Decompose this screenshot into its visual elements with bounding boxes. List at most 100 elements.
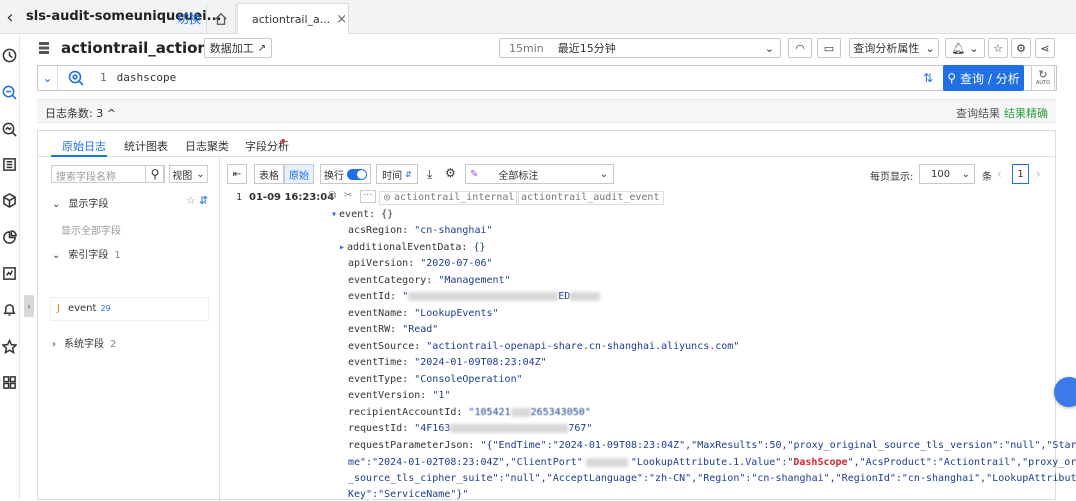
chevron-down-icon: ⌄ bbox=[969, 41, 979, 55]
log-tag-internal: ◎ actiontrail_internal bbox=[379, 191, 520, 205]
toggle-switch bbox=[347, 168, 367, 180]
back-arrow-icon[interactable]: ‹ bbox=[0, 0, 20, 34]
chevron-up-icon: ^ bbox=[106, 107, 116, 120]
table-view-button[interactable]: 表格 bbox=[254, 164, 284, 184]
time-range-select[interactable]: 15min 最近15分钟 ⌄ bbox=[499, 38, 781, 58]
query-input[interactable]: 1 dashscope bbox=[100, 71, 176, 84]
redacted-block bbox=[585, 457, 628, 467]
chevron-down-icon: ⌄ bbox=[52, 250, 61, 261]
logstore-icon bbox=[39, 42, 49, 54]
chevron-down-icon: ⌄ bbox=[925, 41, 935, 55]
view-select[interactable]: 视图 ⌄ bbox=[169, 165, 208, 183]
log-content: 1 01-09 16:23:04 ⧉ ✂ ··· ◎ actiontrail_in… bbox=[224, 189, 1076, 501]
tag-filter-select[interactable]: ✎ 全部标注 ⌄ bbox=[465, 164, 614, 184]
count-bar: 日志条数: 3 ^ 查询结果 结果精确 bbox=[37, 99, 1056, 123]
close-icon[interactable]: × bbox=[336, 12, 347, 27]
field-eventType: eventType: "ConsoleOperation" bbox=[348, 374, 523, 385]
filter-icon[interactable]: ⇅ bbox=[923, 71, 933, 85]
bell-icon[interactable] bbox=[0, 300, 18, 318]
monitor-icon: ▭ bbox=[823, 41, 835, 55]
chevron-down-icon: ▾ bbox=[331, 209, 338, 220]
alert-button[interactable]: 🔔︎ ⌄ bbox=[945, 38, 985, 58]
prev-page-icon[interactable]: ‹ bbox=[997, 167, 1002, 181]
field-requestParameterJson: requestParameterJson: "{"EndTime":"2024-… bbox=[348, 440, 1076, 451]
field-eventSource: eventSource: "actiontrail-openapi-share.… bbox=[348, 341, 740, 352]
more-icon[interactable]: ··· bbox=[360, 190, 376, 203]
displayed-fields-section[interactable]: ⌄ 显示字段 bbox=[52, 195, 108, 210]
query-analyze-button[interactable]: ⚲ 查询 / 分析 bbox=[943, 65, 1024, 91]
system-fields-section[interactable]: › 系统字段 2 bbox=[52, 335, 116, 350]
home-icon bbox=[215, 12, 227, 25]
new-badge-dot bbox=[281, 139, 285, 143]
field-additionalEventData[interactable]: ▸ additionalEventData: {} bbox=[339, 242, 486, 253]
star-icon[interactable] bbox=[0, 337, 18, 355]
time-sort-select[interactable]: 时间 ⇵ bbox=[376, 164, 418, 184]
switch-project-link[interactable]: 切换 bbox=[177, 10, 201, 27]
settings-button[interactable]: ⚙ bbox=[1011, 38, 1031, 58]
tab-raw-logs[interactable]: 原始日志 bbox=[62, 138, 106, 154]
main-panel: 原始日志 统计图表 日志聚类 字段分析 › 搜索字段名称 ⚲ 视图 ⌄ ⌄ 显示字段… bbox=[24, 130, 1076, 501]
raw-view-button[interactable]: 原始 bbox=[284, 164, 314, 184]
chevron-down-icon: ⌄ bbox=[599, 168, 608, 180]
redacted-block bbox=[570, 291, 601, 301]
report-icon[interactable] bbox=[0, 264, 18, 282]
field-requestParameterJson-cont: _source_tls_cipher_suite":"null","Accept… bbox=[348, 473, 1076, 484]
grid-icon[interactable] bbox=[0, 373, 18, 391]
home-tab[interactable] bbox=[206, 4, 236, 34]
clock-icon[interactable] bbox=[0, 46, 18, 64]
tab-label: actiontrail_a... bbox=[252, 12, 331, 26]
query-editor[interactable]: ⌄ 1 dashscope ⇅ bbox=[37, 65, 1057, 91]
sort-icon[interactable]: ⇵ bbox=[199, 194, 208, 207]
data-processing-button[interactable]: 数据加工 ↗ bbox=[204, 38, 272, 58]
redacted-block bbox=[408, 291, 559, 301]
log-count[interactable]: 日志条数: 3 ^ bbox=[45, 105, 116, 121]
field-requestParameterJson-cont: Key":"ServiceName"}" bbox=[348, 489, 469, 500]
collapse-handle[interactable]: › bbox=[24, 295, 34, 317]
query-search-icon[interactable] bbox=[0, 120, 18, 138]
field-event[interactable]: ▾ event: {} bbox=[331, 209, 393, 220]
field-eventCategory: eventCategory: "Management" bbox=[348, 275, 511, 286]
share-button[interactable]: ⋖ bbox=[1035, 38, 1055, 58]
field-acsRegion: acsRegion: "cn-shanghai" bbox=[348, 225, 493, 236]
per-page-select[interactable]: 100 ⌄ bbox=[919, 164, 975, 184]
search-icon[interactable]: ⚲ bbox=[145, 165, 165, 183]
favorite-button[interactable]: ☆ bbox=[988, 38, 1008, 58]
redacted-block bbox=[450, 423, 569, 433]
next-page-icon[interactable]: › bbox=[1036, 167, 1041, 181]
page-number[interactable]: 1 bbox=[1012, 164, 1029, 184]
tools-icon[interactable]: ✂ bbox=[344, 190, 352, 201]
gear-icon: ⚙ bbox=[1016, 41, 1026, 55]
tab-clustering[interactable]: 日志聚类 bbox=[185, 138, 229, 154]
field-eventId: eventId: " ED bbox=[348, 291, 601, 302]
copy-icon[interactable]: ⧉ bbox=[329, 190, 336, 201]
auto-refresh-button[interactable]: ↻ AUTO bbox=[1031, 65, 1055, 91]
query-type-select[interactable]: ⌄ bbox=[38, 66, 58, 90]
time-range-tag: 15min bbox=[509, 41, 544, 55]
search-icon[interactable] bbox=[0, 83, 18, 101]
list-icon[interactable] bbox=[0, 155, 18, 173]
wrap-toggle[interactable]: 换行 bbox=[320, 164, 371, 184]
pie-chart-icon[interactable] bbox=[0, 228, 18, 246]
query-attr-select[interactable]: 查询分析属性 ⌄ bbox=[849, 38, 939, 58]
monitor-button[interactable]: ▭ bbox=[817, 38, 841, 58]
gauge-button[interactable]: ◠ bbox=[788, 38, 812, 58]
search-icon: ⚲ bbox=[947, 71, 957, 85]
tab-actiontrail[interactable]: actiontrail_a... × bbox=[237, 3, 349, 34]
star-icon[interactable]: ☆ bbox=[186, 194, 196, 207]
result-tabs: 原始日志 统计图表 日志聚类 字段分析 bbox=[38, 131, 1055, 157]
refresh-icon: ↻ bbox=[1038, 68, 1048, 81]
collapse-sidebar-button[interactable]: ⇤ bbox=[227, 164, 247, 184]
download-icon[interactable]: ⤓ bbox=[427, 167, 432, 182]
box-icon[interactable] bbox=[0, 191, 18, 209]
index-fields-section[interactable]: ⌄ 索引字段 1 bbox=[52, 246, 121, 261]
gear-icon[interactable]: ⚙ bbox=[445, 166, 456, 180]
chevron-down-icon: ⌄ bbox=[196, 168, 205, 180]
show-all-fields-link[interactable]: 显示全部字段 bbox=[61, 222, 121, 237]
tab-charts[interactable]: 统计图表 bbox=[124, 138, 168, 154]
assistant-float-button[interactable] bbox=[1054, 377, 1076, 407]
chevron-down-icon: ⌄ bbox=[52, 199, 61, 210]
field-count: 29 bbox=[100, 304, 111, 313]
per-page-label: 每页显示: bbox=[870, 172, 914, 183]
field-item-event[interactable]: Jevent 29 bbox=[51, 298, 208, 320]
logstore-header: actiontrail_actiontrail 数据加工 ↗ 15min 最近15… bbox=[20, 34, 1076, 64]
